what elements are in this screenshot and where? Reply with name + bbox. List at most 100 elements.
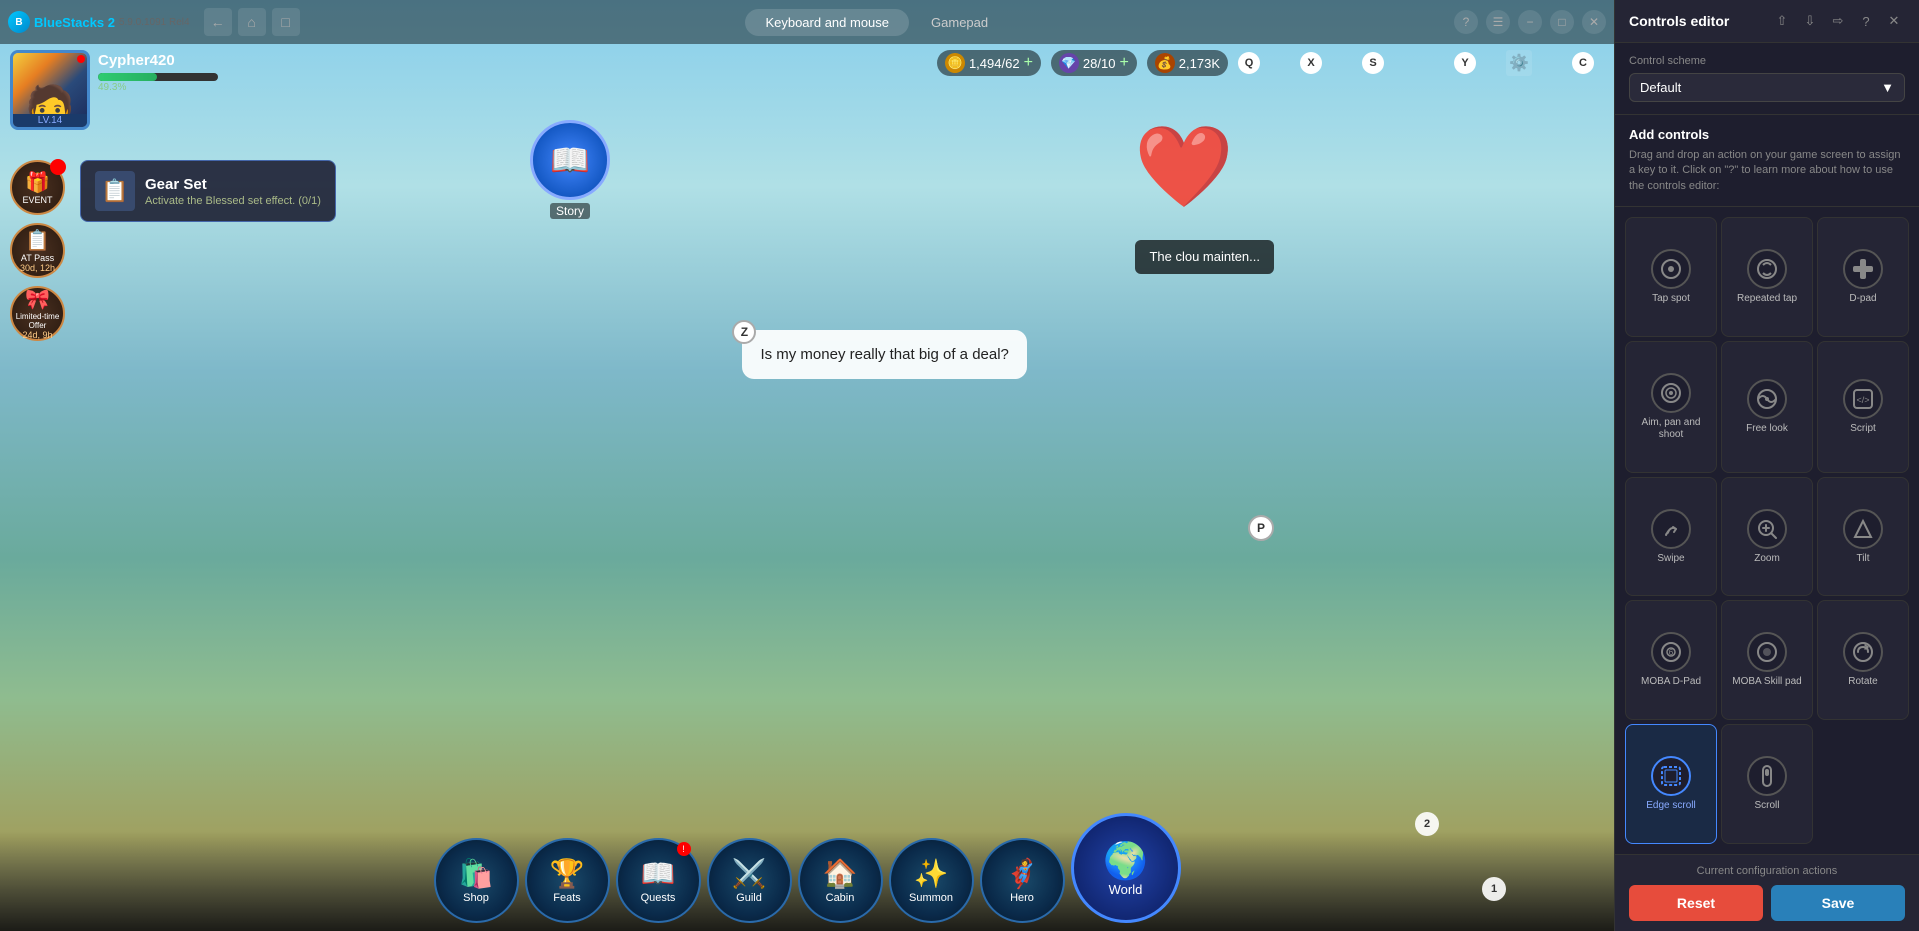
summon-button[interactable]: ✨ Summon (889, 838, 974, 923)
settings-icon[interactable]: ⚙️ (1506, 50, 1532, 76)
ctrl-rotate[interactable]: Rotate (1817, 600, 1909, 720)
save-button[interactable]: Save (1771, 885, 1905, 921)
import-icon[interactable]: ⇨ (1827, 10, 1849, 32)
coins-plus[interactable]: + (1024, 54, 1033, 72)
ctrl-tap-spot[interactable]: Tap spot (1625, 217, 1717, 337)
world-overlay-1: 1 (1482, 877, 1506, 901)
add-controls-title: Add controls (1629, 127, 1905, 142)
reset-button[interactable]: Reset (1629, 885, 1763, 921)
gear-set-panel: 📋 Gear Set Activate the Blessed set effe… (80, 160, 336, 222)
at-pass-timer: 30d, 12h (20, 263, 55, 273)
free-look-icon (1747, 379, 1787, 419)
at-pass-button[interactable]: 📋 AT Pass 30d, 12h (10, 223, 65, 278)
hp-pct: 49.3% (98, 82, 218, 93)
currency-icon: 💰 (1155, 53, 1175, 73)
app-name: BlueStacks 2 (34, 15, 115, 30)
script-icon: </> (1843, 379, 1883, 419)
controls-panel: Controls editor ⇧ ⇩ ⇨ ? ✕ Control scheme… (1614, 0, 1919, 931)
minimize-button[interactable]: − (1518, 10, 1542, 34)
close-button[interactable]: ✕ (1582, 10, 1606, 34)
moba-dpad-icon: 6 (1651, 632, 1691, 672)
dpad-label: D-pad (1849, 293, 1876, 305)
aim-pan-shoot-icon (1651, 373, 1691, 413)
at-pass-label: AT Pass (21, 253, 54, 263)
swipe-icon (1651, 509, 1691, 549)
quests-label: Quests (641, 892, 676, 904)
limited-offer-button[interactable]: 🎀 Limited-time Offer 24d, 9h (10, 286, 65, 341)
z-keybind: Z (732, 320, 756, 344)
scheme-label: Control scheme (1629, 55, 1905, 67)
aim-pan-shoot-label: Aim, pan and shoot (1630, 417, 1712, 441)
top-bar: B BlueStacks 2 5.9.0.1091 Rel4 ← ⌂ □ Key… (0, 0, 1614, 44)
world-button[interactable]: 🌍 World (1071, 813, 1181, 923)
player-info: 🧑 LV.14 Cypher420 49.3% (10, 50, 218, 130)
controls-footer: Current configuration actions Reset Save (1615, 854, 1919, 931)
home-button[interactable]: ⌂ (238, 8, 266, 36)
cabin-label: Cabin (826, 892, 855, 904)
zoom-icon (1747, 509, 1787, 549)
scheme-value: Default (1640, 80, 1681, 95)
guild-label: Guild (736, 892, 762, 904)
add-controls-desc: Drag and drop an action on your game scr… (1629, 148, 1905, 194)
gems-plus[interactable]: + (1119, 54, 1128, 72)
zoom-label: Zoom (1754, 553, 1780, 565)
dialog-box[interactable]: Z Is my money really that big of a deal? (742, 330, 1026, 379)
hero-button[interactable]: 🦸 Hero (980, 838, 1065, 923)
resource-currency: 💰 2,173K (1147, 50, 1228, 76)
hp-fill (98, 73, 157, 81)
resources-bar: 🪙 1,494/62 + 💎 28/10 + 💰 2,173K Q X S Y … (200, 50, 1594, 76)
ctrl-zoom[interactable]: Zoom (1721, 477, 1813, 597)
cabin-button[interactable]: 🏠 Cabin (798, 838, 883, 923)
guild-button[interactable]: ⚔️ Guild (707, 838, 792, 923)
ctrl-edge-scroll[interactable]: Edge scroll (1625, 724, 1717, 844)
ctrl-free-look[interactable]: Free look (1721, 341, 1813, 473)
tab-keyboard-mouse[interactable]: Keyboard and mouse (745, 9, 909, 36)
feats-button[interactable]: 🏆 Feats (525, 838, 610, 923)
help-ctrl-icon[interactable]: ? (1855, 10, 1877, 32)
gear-set-desc: Activate the Blessed set effect. (0/1) (145, 195, 321, 207)
ctrl-moba-skill[interactable]: MOBA Skill pad (1721, 600, 1813, 720)
controls-header: Controls editor ⇧ ⇩ ⇨ ? ✕ (1615, 0, 1919, 43)
controls-title: Controls editor (1629, 13, 1729, 29)
ctrl-swipe[interactable]: Swipe (1625, 477, 1717, 597)
upload-icon[interactable]: ⇧ (1771, 10, 1793, 32)
left-buttons: 🎁 EVENT 📋 AT Pass 30d, 12h 🎀 Limited-tim… (10, 160, 65, 341)
keybind-y: Y (1454, 52, 1476, 74)
close-ctrl-icon[interactable]: ✕ (1883, 10, 1905, 32)
story-marker[interactable]: 📖 Story (530, 120, 610, 219)
gems-icon: 💎 (1059, 53, 1079, 73)
share-icon[interactable]: ⇩ (1799, 10, 1821, 32)
window-button[interactable]: □ (272, 8, 300, 36)
summon-label: Summon (909, 892, 953, 904)
scheme-select[interactable]: Default ▼ (1629, 73, 1905, 102)
ctrl-scroll[interactable]: Scroll (1721, 724, 1813, 844)
edge-scroll-label: Edge scroll (1646, 800, 1695, 812)
ctrl-repeated-tap[interactable]: Repeated tap (1721, 217, 1813, 337)
ctrl-script[interactable]: </> Script (1817, 341, 1909, 473)
cloud-notice: The clou mainten... (1135, 240, 1274, 274)
ctrl-moba-dpad[interactable]: 6 MOBA D-Pad (1625, 600, 1717, 720)
ctrl-aim-pan-shoot[interactable]: Aim, pan and shoot (1625, 341, 1717, 473)
quests-button[interactable]: 📖 Quests ! (616, 838, 701, 923)
repeated-tap-label: Repeated tap (1737, 293, 1797, 305)
world-icon: 🌍 (1103, 840, 1148, 882)
maximize-button[interactable]: □ (1550, 10, 1574, 34)
menu-button[interactable]: ☰ (1486, 10, 1510, 34)
repeated-tap-icon (1747, 249, 1787, 289)
tab-gamepad[interactable]: Gamepad (911, 9, 1008, 36)
quests-badge: ! (677, 842, 691, 856)
notification-dot (77, 55, 85, 63)
dpad-icon (1843, 249, 1883, 289)
tap-spot-icon (1651, 249, 1691, 289)
ctrl-dpad[interactable]: D-pad (1817, 217, 1909, 337)
keybind-q: Q (1238, 52, 1260, 74)
back-button[interactable]: ← (204, 8, 232, 36)
story-label: Story (550, 203, 590, 219)
shop-button[interactable]: 🛍️ Shop (434, 838, 519, 923)
moba-dpad-label: MOBA D-Pad (1641, 676, 1701, 688)
tab-bar: Keyboard and mouse Gamepad (306, 9, 1448, 36)
svg-text:6: 6 (1669, 648, 1674, 657)
event-button[interactable]: 🎁 EVENT (10, 160, 65, 215)
ctrl-tilt[interactable]: Tilt (1817, 477, 1909, 597)
help-button[interactable]: ? (1454, 10, 1478, 34)
